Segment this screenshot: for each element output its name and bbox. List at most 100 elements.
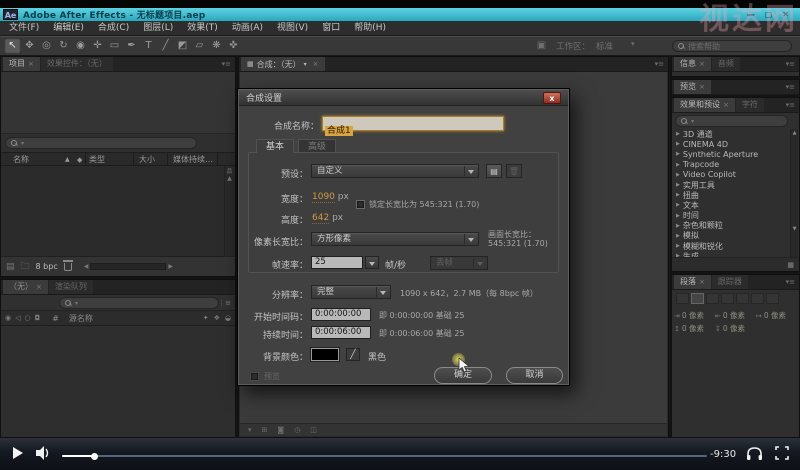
trash-icon[interactable] xyxy=(64,263,72,271)
effect-category[interactable]: ▶杂色和颗粒 xyxy=(672,221,792,231)
expand-arrow-icon[interactable]: ▶ xyxy=(676,223,680,229)
height-value[interactable]: 642 px xyxy=(312,213,343,223)
duration-input[interactable]: 0:00:06:00 xyxy=(311,326,371,339)
indent-first-line-field[interactable]: ↦0 像素 xyxy=(756,309,797,322)
lock-aspect-checkbox[interactable] xyxy=(356,200,365,209)
preset-dropdown[interactable]: 自定义 xyxy=(311,164,479,178)
tab-composition[interactable]: ▦ 合成：（无） ▾ × xyxy=(241,57,325,71)
panel-menu-icon[interactable]: ▾≡ xyxy=(782,57,799,71)
effect-category[interactable]: ▶扭曲 xyxy=(672,190,792,200)
tab-effect-controls[interactable]: 效果控件：（无） xyxy=(41,57,113,71)
expand-arrow-icon[interactable]: ▶ xyxy=(676,131,680,137)
project-scrollbar[interactable]: 品▲ xyxy=(224,166,234,256)
brush-tool-icon[interactable]: ╱ xyxy=(157,38,174,54)
project-search-input[interactable]: ▾ xyxy=(5,137,197,149)
expand-arrow-icon[interactable]: ▶ xyxy=(676,202,680,208)
expand-arrow-icon[interactable]: ▶ xyxy=(676,213,680,219)
rotation-tool-icon[interactable]: ↻ xyxy=(55,38,72,54)
timecode-icon[interactable]: ◷ xyxy=(294,426,300,434)
close-icon[interactable]: × xyxy=(723,101,729,109)
menu-item-文件(F)[interactable]: 文件(F) xyxy=(2,21,46,36)
save-preset-icon[interactable]: ▤ xyxy=(486,164,502,178)
menu-item-帮助(H)[interactable]: 帮助(H) xyxy=(347,21,393,36)
tab-character[interactable]: 字符 xyxy=(736,98,764,112)
headphones-icon[interactable] xyxy=(746,446,763,461)
expand-arrow-icon[interactable]: ▶ xyxy=(676,162,680,168)
tab-basic[interactable]: 基本 xyxy=(256,139,294,153)
resolution-dropdown[interactable]: 完整 xyxy=(311,285,391,299)
panel-menu-icon[interactable]: ▾≡ xyxy=(782,80,799,94)
effect-category[interactable]: ▶文本 xyxy=(672,200,792,210)
column-header-3[interactable]: 媒体持续… xyxy=(173,154,213,166)
source-name-column-header[interactable]: 源名称 xyxy=(69,313,93,324)
project-bit-depth[interactable]: 8 bpc xyxy=(36,262,58,271)
cancel-button[interactable]: 取消 xyxy=(506,367,563,384)
tab-project[interactable]: 项目× xyxy=(3,57,40,71)
column-header-1[interactable]: 类型 xyxy=(89,154,105,166)
width-value[interactable]: 1090 px xyxy=(312,192,349,202)
effect-category[interactable]: ▶Video Copilot xyxy=(672,170,792,180)
shy-icon[interactable]: ✦ xyxy=(203,314,209,322)
timeline-search-input[interactable]: ▾ xyxy=(59,297,219,309)
type-tool-icon[interactable]: T xyxy=(140,38,157,54)
menu-item-效果(T)[interactable]: 效果(T) xyxy=(180,21,225,36)
clone-stamp-tool-icon[interactable]: ◩ xyxy=(174,38,191,54)
timeline-layer-area[interactable] xyxy=(1,326,235,437)
project-item-list[interactable] xyxy=(1,166,235,256)
close-icon[interactable]: × xyxy=(699,60,705,68)
dialog-close-button[interactable]: x xyxy=(543,92,561,104)
roto-brush-tool-icon[interactable]: ❋ xyxy=(208,38,225,54)
hand-tool-icon[interactable]: ✥ xyxy=(21,38,38,54)
menu-item-合成(C)[interactable]: 合成(C) xyxy=(91,21,136,36)
expand-arrow-icon[interactable]: ▶ xyxy=(676,182,680,188)
comp-name-input[interactable]: 合成1 xyxy=(322,116,504,131)
maximize-icon[interactable]: ▢ xyxy=(765,9,773,21)
pan-behind-tool-icon[interactable]: ✛ xyxy=(89,38,106,54)
seek-handle[interactable] xyxy=(91,453,98,460)
close-icon[interactable]: × xyxy=(28,60,34,68)
horizontal-scrollbar[interactable] xyxy=(90,263,166,270)
align-right-button[interactable] xyxy=(706,293,719,304)
menu-item-窗口[interactable]: 窗口 xyxy=(315,21,347,36)
interpret-footage-icon[interactable]: ▤ xyxy=(6,262,15,272)
zoom-tool-icon[interactable]: ◎ xyxy=(38,38,55,54)
scroll-left-icon[interactable]: ◀ xyxy=(84,263,89,270)
justify-last-left-button[interactable] xyxy=(721,293,734,304)
close-icon[interactable]: × xyxy=(36,283,42,291)
expand-arrow-icon[interactable]: ▶ xyxy=(676,233,680,239)
tab-render-queue[interactable]: 渲染队列 xyxy=(49,280,93,294)
tab-effects-and-presets[interactable]: 效果和预设× xyxy=(674,98,735,112)
seek-bar[interactable] xyxy=(62,455,707,457)
mask-visibility-icon[interactable]: ◙ xyxy=(277,426,284,434)
shape-tool-icon[interactable]: ▭ xyxy=(106,38,123,54)
justify-last-center-button[interactable] xyxy=(736,293,749,304)
effect-category[interactable]: ▶模拟 xyxy=(672,231,792,241)
help-search-input[interactable]: 搜索帮助 xyxy=(672,40,792,52)
bg-color-swatch[interactable] xyxy=(311,348,339,361)
close-icon[interactable]: × xyxy=(699,83,705,91)
tab-info[interactable]: 信息× xyxy=(674,57,711,71)
justify-all-button[interactable] xyxy=(766,293,779,304)
menu-item-编辑(E)[interactable]: 编辑(E) xyxy=(46,21,91,36)
framerate-dropdown-button[interactable] xyxy=(365,256,379,269)
justify-last-right-button[interactable] xyxy=(751,293,764,304)
effect-category[interactable]: ▶实用工具 xyxy=(672,180,792,190)
tab-paragraph[interactable]: 段落× xyxy=(674,275,711,289)
expand-arrow-icon[interactable]: ▶ xyxy=(676,141,680,147)
fullscreen-icon[interactable] xyxy=(775,446,789,460)
tab-preview[interactable]: 预览× xyxy=(674,80,711,94)
panel-menu-icon[interactable]: ▾≡ xyxy=(782,98,799,112)
play-icon[interactable] xyxy=(13,447,23,459)
volume-icon[interactable] xyxy=(36,446,52,460)
grid-options-icon[interactable]: ⊞ xyxy=(262,426,268,434)
effect-category[interactable]: ▶3D 通道 xyxy=(672,129,792,139)
video-eye-icon[interactable]: ◉ xyxy=(5,314,11,322)
minimize-icon[interactable]: — xyxy=(747,9,755,21)
effect-category[interactable]: ▶Synthetic Aperture xyxy=(672,149,792,159)
close-icon[interactable]: × xyxy=(699,278,705,286)
start-timecode-input[interactable]: 0:00:00:00 xyxy=(311,308,371,321)
new-folder-icon[interactable]: 🗀 xyxy=(21,259,30,275)
eyedropper-icon[interactable]: ╱ xyxy=(346,348,360,361)
indent-left-margin-field[interactable]: ⇥0 像素 xyxy=(674,309,715,322)
dialog-titlebar[interactable]: 合成设置 x xyxy=(239,90,568,106)
